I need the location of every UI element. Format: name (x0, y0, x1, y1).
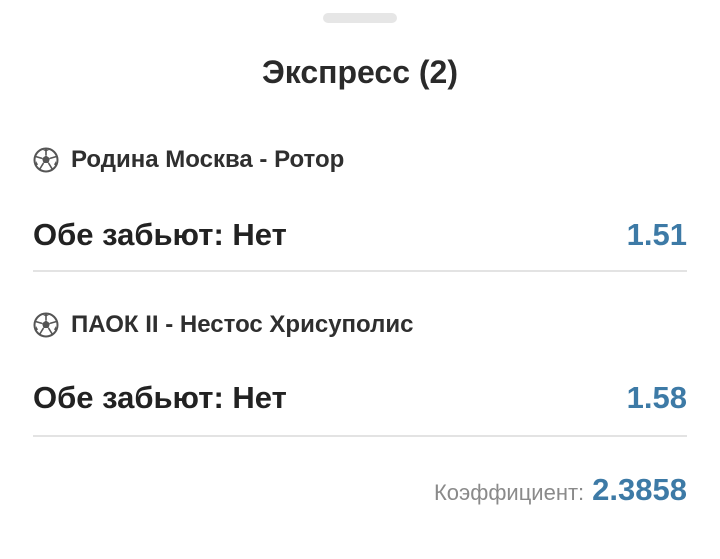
match-name: Родина Москва - Ротор (71, 146, 345, 173)
bet-outcome: Обе забьют: Нет (33, 217, 287, 252)
bet-odds: 1.51 (626, 217, 687, 252)
soccer-ball-icon (33, 147, 59, 173)
soccer-ball-icon (33, 312, 59, 338)
total-coefficient-value: 2.3858 (592, 472, 687, 507)
drag-handle[interactable] (323, 13, 397, 23)
total-coefficient: Коэффициент: 2.3858 (434, 472, 687, 516)
event-header: ПАОК II - Нестос Хрисуполис (33, 310, 413, 340)
divider (33, 435, 687, 437)
total-coefficient-label: Коэффициент: (433, 480, 585, 505)
bet-outcome: Обе забьют: Нет (33, 380, 287, 415)
page-title: Экспресс (2) (262, 54, 458, 90)
bet-row[interactable]: Обе забьют: Нет 1.51 (33, 213, 687, 257)
event-item: ПАОК II - Нестос Хрисуполис Обе забьют: … (33, 308, 687, 438)
event-header: Родина Москва - Ротор (33, 145, 344, 175)
bet-row[interactable]: Обе забьют: Нет 1.58 (33, 376, 687, 420)
divider (33, 270, 687, 272)
bet-slip-sheet: Экспресс (2) Родина Москва - Ротор Обе з… (0, 0, 720, 559)
event-item: Родина Москва - Ротор Обе забьют: Нет 1.… (33, 143, 687, 273)
match-name: ПАОК II - Нестос Хрисуполис (71, 311, 414, 338)
bet-odds: 1.58 (626, 380, 687, 415)
